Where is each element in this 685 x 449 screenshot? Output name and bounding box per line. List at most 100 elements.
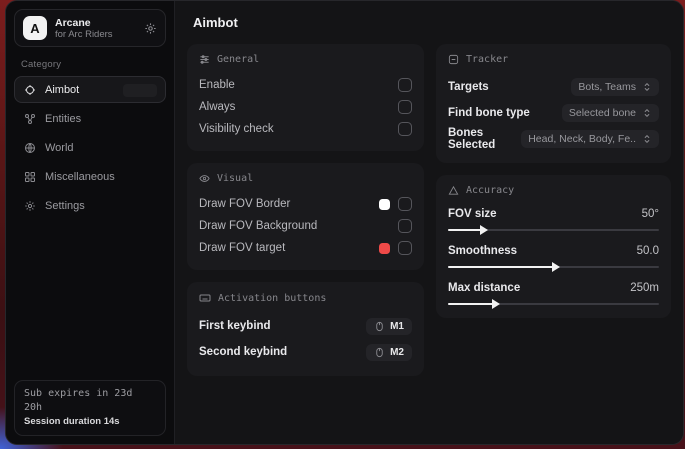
dropdown-value: Head, Neck, Body, Fe.. — [528, 133, 636, 145]
chevrons-up-down-icon — [642, 134, 652, 144]
slider-value: 250m — [630, 282, 659, 294]
keybind-hint-pill — [123, 84, 157, 97]
sidebar-item-label: Aimbot — [45, 84, 79, 96]
setting-label: Bones Selected — [448, 127, 521, 151]
always-checkbox[interactable] — [398, 100, 412, 114]
chevrons-up-down-icon — [642, 82, 652, 92]
fov-target-color-swatch[interactable] — [379, 243, 390, 254]
setting-row-always: Always — [199, 96, 412, 118]
category-label: Category — [21, 59, 166, 70]
sidebar-item-settings[interactable]: Settings — [14, 192, 166, 219]
keyboard-icon — [199, 292, 211, 304]
find-bone-type-dropdown[interactable]: Selected bone — [562, 104, 659, 122]
app-logo: A — [23, 16, 47, 40]
eye-icon — [199, 173, 210, 184]
setting-row-targets: Targets Bots, Teams — [448, 74, 659, 100]
sidebar-item-aimbot[interactable]: Aimbot — [14, 76, 166, 103]
activation-buttons-card: Activation buttons First keybind M1 — [187, 282, 424, 376]
sidebar-item-label: Miscellaneous — [45, 171, 115, 183]
slider-label: Smoothness — [448, 245, 517, 257]
crosshair-icon — [24, 84, 36, 96]
general-card: General Enable Always Visibility check — [187, 44, 424, 151]
subscription-status-box: Sub expires in 23d 20h Session duration … — [14, 380, 166, 436]
second-keybind-button[interactable]: M2 — [366, 344, 412, 361]
smoothness-slider[interactable] — [448, 266, 659, 268]
slider-thumb[interactable] — [480, 225, 488, 235]
setting-label: Draw FOV target — [199, 242, 285, 254]
sidebar-item-miscellaneous[interactable]: Miscellaneous — [14, 163, 166, 190]
card-title: Accuracy — [466, 185, 514, 196]
sliders-icon — [199, 54, 210, 65]
sidebar-item-entities[interactable]: Entities — [14, 105, 166, 132]
setting-label: Always — [199, 101, 235, 113]
tracker-card: Tracker Targets Bots, Teams — [436, 44, 671, 163]
card-title: Visual — [217, 173, 253, 184]
max-distance-slider[interactable] — [448, 303, 659, 305]
setting-row-fov-border: Draw FOV Border — [199, 193, 412, 215]
app-name: Arcane — [55, 17, 136, 29]
setting-label: Enable — [199, 79, 235, 91]
fov-border-checkbox[interactable] — [398, 197, 412, 211]
app-meta: Arcane for Arc Riders — [55, 17, 136, 40]
triangle-icon — [448, 185, 459, 196]
mouse-icon — [374, 347, 385, 358]
setting-label: Draw FOV Border — [199, 198, 290, 210]
setting-row-find-bone-type: Find bone type Selected bone — [448, 100, 659, 126]
setting-row-visibility-check: Visibility check — [199, 118, 412, 140]
visibility-check-checkbox[interactable] — [398, 122, 412, 136]
slider-group-fov-size: FOV size 50° — [448, 205, 659, 231]
app-subtitle: for Arc Riders — [55, 29, 136, 40]
slider-label: Max distance — [448, 282, 520, 294]
slider-thumb[interactable] — [492, 299, 500, 309]
setting-label: First keybind — [199, 320, 271, 332]
fov-target-checkbox[interactable] — [398, 241, 412, 255]
setting-label: Find bone type — [448, 107, 530, 119]
sub-expires-text: Sub expires in 23d 20h — [24, 387, 156, 415]
bones-selected-dropdown[interactable]: Head, Neck, Body, Fe.. — [521, 130, 659, 148]
setting-row-fov-target: Draw FOV target — [199, 237, 412, 259]
setting-label: Draw FOV Background — [199, 220, 317, 232]
fov-size-slider[interactable] — [448, 229, 659, 231]
keybind-value: M1 — [390, 321, 404, 332]
card-title: General — [217, 54, 259, 65]
visual-card: Visual Draw FOV Border Draw FOV Backgrou… — [187, 163, 424, 270]
chevrons-up-down-icon — [642, 108, 652, 118]
dropdown-value: Selected bone — [569, 107, 636, 119]
slider-value: 50° — [642, 208, 659, 220]
setting-row-enable: Enable — [199, 74, 412, 96]
setting-row-second-keybind: Second keybind M2 — [199, 339, 412, 365]
accuracy-card: Accuracy FOV size 50° — [436, 175, 671, 318]
grid-icon — [24, 171, 36, 183]
sidebar-nav: Aimbot Entities — [14, 76, 166, 219]
keybind-value: M2 — [390, 347, 404, 358]
sidebar-item-world[interactable]: World — [14, 134, 166, 161]
mouse-icon — [374, 321, 385, 332]
first-keybind-button[interactable]: M1 — [366, 318, 412, 335]
slider-value: 50.0 — [637, 245, 659, 257]
slider-thumb[interactable] — [552, 262, 560, 272]
card-title: Activation buttons — [218, 293, 326, 304]
slider-group-smoothness: Smoothness 50.0 — [448, 242, 659, 268]
setting-label: Targets — [448, 81, 489, 93]
app-window: A Arcane for Arc Riders Category — [5, 0, 684, 445]
slider-group-max-distance: Max distance 250m — [448, 279, 659, 305]
setting-label: Visibility check — [199, 123, 274, 135]
desktop-background: A Arcane for Arc Riders Category — [0, 0, 685, 449]
sidebar-item-label: Entities — [45, 113, 81, 125]
main-content: Aimbot General — [175, 1, 683, 444]
fov-background-checkbox[interactable] — [398, 219, 412, 233]
slider-label: FOV size — [448, 208, 497, 220]
gear-icon — [24, 200, 36, 212]
sidebar: A Arcane for Arc Riders Category — [6, 1, 175, 444]
setting-row-fov-background: Draw FOV Background — [199, 215, 412, 237]
fov-border-color-swatch[interactable] — [379, 199, 390, 210]
session-duration-text: Session duration 14s — [24, 415, 156, 428]
setting-row-first-keybind: First keybind M1 — [199, 313, 412, 339]
targets-dropdown[interactable]: Bots, Teams — [571, 78, 659, 96]
setting-row-bones-selected: Bones Selected Head, Neck, Body, Fe.. — [448, 126, 659, 152]
dropdown-value: Bots, Teams — [578, 81, 636, 93]
setting-label: Second keybind — [199, 346, 287, 358]
gear-icon[interactable] — [144, 22, 157, 35]
enable-checkbox[interactable] — [398, 78, 412, 92]
sidebar-item-label: Settings — [45, 200, 85, 212]
